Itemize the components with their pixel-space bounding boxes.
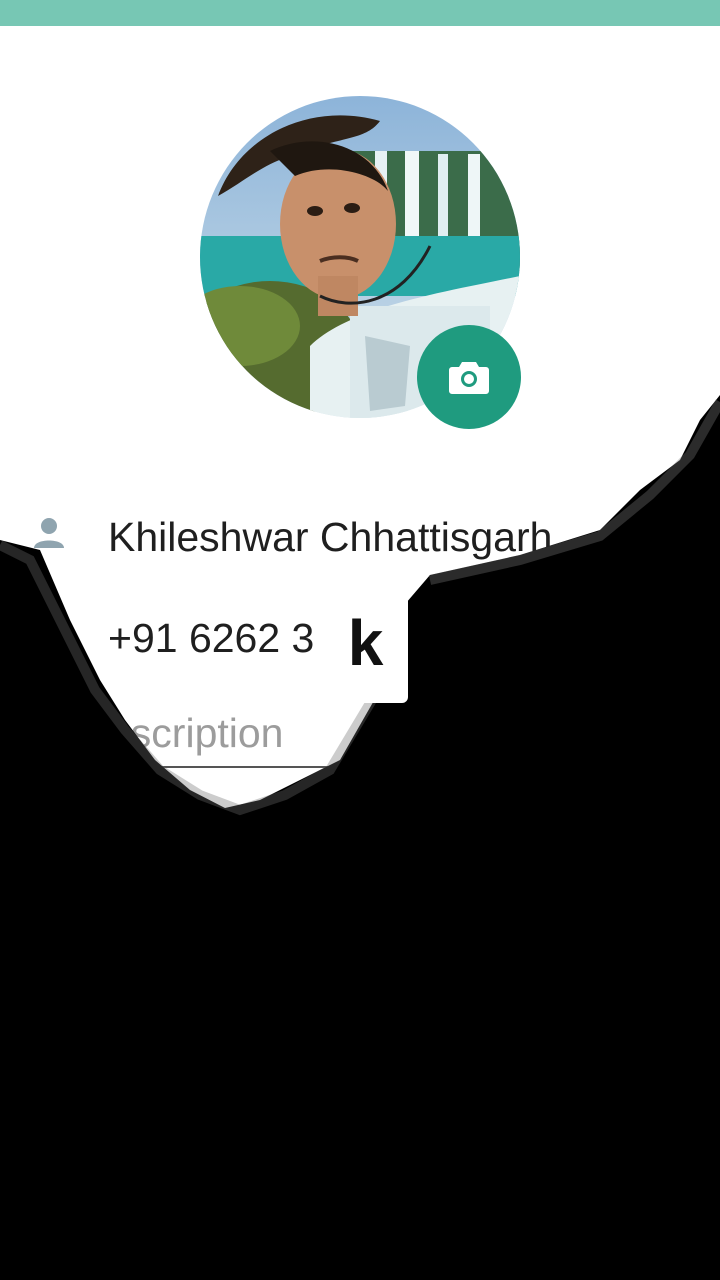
overlay-letter-badge: k bbox=[323, 583, 408, 703]
